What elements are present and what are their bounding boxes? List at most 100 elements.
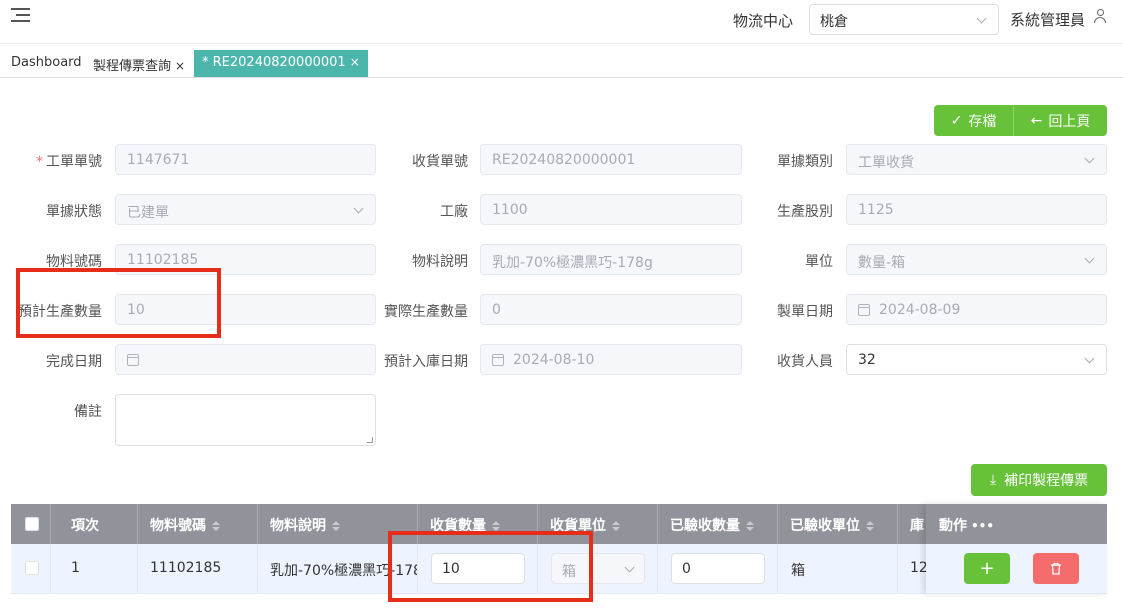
tab-receipt-detail[interactable]: * RE20240820000001 ×: [194, 50, 368, 77]
tab-label: Dashboard: [11, 55, 82, 70]
cell-seq: 1: [51, 544, 138, 594]
sort-icon[interactable]: [866, 521, 874, 531]
tab-label: * RE20240820000001: [202, 55, 346, 70]
field-value: 乳加-70%極濃黑巧-178g: [492, 255, 653, 271]
header-label: 已驗收單位: [790, 518, 860, 534]
work-order-no-field[interactable]: 1147671: [115, 144, 376, 175]
actual-qty-label: 實際生產數量: [384, 304, 468, 320]
chevron-down-icon: [1084, 153, 1095, 164]
calendar-icon: [492, 354, 504, 366]
field-value: 1100: [492, 202, 528, 218]
header-label: 物料說明: [270, 518, 326, 534]
remark-label: 備註: [74, 404, 102, 420]
header-label: 物料號碼: [150, 518, 206, 534]
chevron-down-icon: [1084, 353, 1095, 364]
receiver-select[interactable]: 32: [846, 344, 1107, 375]
complete-date-label: 完成日期: [46, 354, 102, 370]
doc-type-label: 單據類別: [777, 154, 833, 170]
reprint-label: 補印製程傳票: [1004, 473, 1089, 489]
user-icon[interactable]: [1094, 9, 1106, 23]
order-date-picker[interactable]: 2024-08-09: [846, 294, 1107, 325]
input-value: 0: [682, 561, 691, 577]
more-icon[interactable]: •••: [971, 519, 994, 533]
add-row-button[interactable]: +: [964, 553, 1010, 584]
header-seq: 項次: [51, 504, 138, 544]
warehouse-value: 桃倉: [820, 14, 848, 30]
production-unit-field[interactable]: 1125: [846, 194, 1107, 225]
receipt-no-field[interactable]: RE20240820000001: [480, 144, 742, 175]
save-label: 存檔: [968, 113, 997, 130]
header-label: 項次: [71, 518, 99, 534]
field-value: 1125: [858, 202, 894, 218]
chevron-down-icon: [1084, 253, 1095, 264]
logistics-center-label: 物流中心: [733, 12, 794, 30]
row-select-cell: [11, 544, 51, 594]
sort-icon[interactable]: [612, 521, 620, 531]
chevron-down-icon: [353, 203, 364, 214]
back-label: 回上頁: [1048, 113, 1091, 130]
plus-icon: +: [979, 558, 995, 579]
arrow-left-icon: ←: [1030, 112, 1043, 129]
resize-handle-icon[interactable]: [367, 437, 373, 443]
field-value: 32: [858, 352, 876, 368]
unit-select[interactable]: 數量-箱: [846, 244, 1107, 275]
reprint-ticket-button[interactable]: ⤓ 補印製程傳票: [971, 464, 1107, 496]
unit-label: 單位: [805, 254, 833, 270]
highlight-box-planned-qty: [16, 268, 221, 338]
tab-process-ticket-query[interactable]: 製程傳票查詢 ×: [93, 50, 185, 77]
action-column: 動作 ••• +: [926, 504, 1107, 594]
header-label: 已驗收數量: [670, 518, 740, 534]
row-actions: +: [926, 544, 1107, 594]
header-material-no[interactable]: 物料號碼: [138, 504, 258, 544]
save-button[interactable]: ✓ 存檔: [934, 105, 1013, 136]
sort-icon[interactable]: [492, 521, 500, 531]
factory-label: 工廠: [440, 204, 468, 220]
chevron-down-icon: [976, 13, 987, 24]
planned-in-date-picker[interactable]: 2024-08-10: [480, 344, 742, 375]
cell-inspected-qty: 0: [658, 544, 778, 594]
calendar-icon: [127, 354, 139, 366]
complete-date-picker[interactable]: [115, 344, 376, 375]
doc-status-label: 單據狀態: [46, 204, 102, 220]
doc-status-select[interactable]: 已建單: [115, 194, 376, 225]
required-mark: *: [36, 154, 43, 170]
cell-material-no: 11102185: [138, 544, 258, 594]
row-checkbox[interactable]: [25, 561, 39, 575]
header-inspected-qty[interactable]: 已驗收數量: [658, 504, 778, 544]
close-icon[interactable]: ×: [350, 55, 360, 69]
header-label: 動作: [939, 518, 967, 534]
select-all-checkbox[interactable]: [25, 517, 39, 531]
production-unit-label: 生產股別: [777, 204, 833, 220]
tab-bar: Dashboard 製程傳票查詢 × * RE20240820000001 ×: [0, 48, 1123, 78]
sort-icon[interactable]: [746, 521, 754, 531]
factory-field[interactable]: 1100: [480, 194, 742, 225]
back-button[interactable]: ← 回上頁: [1014, 105, 1107, 136]
remark-textarea[interactable]: [115, 394, 376, 446]
cell-inspected-unit: 箱: [778, 544, 898, 594]
warehouse-select[interactable]: 桃倉: [809, 4, 999, 35]
actual-qty-field[interactable]: 0: [480, 294, 742, 325]
receiver-label: 收貨人員: [777, 354, 833, 370]
header-inspected-unit[interactable]: 已驗收單位: [778, 504, 898, 544]
header-label: 庫: [910, 518, 924, 534]
doc-type-select[interactable]: 工單收貨: [846, 144, 1107, 175]
inspected-qty-input[interactable]: 0: [671, 553, 765, 584]
header-action: 動作 •••: [926, 504, 1107, 544]
field-value: 0: [492, 302, 501, 318]
sort-icon[interactable]: [332, 521, 340, 531]
field-value: 1147671: [127, 152, 190, 168]
tab-dashboard[interactable]: Dashboard: [11, 50, 82, 77]
field-value: 工單收貨: [858, 155, 914, 171]
top-bar: 物流中心 桃倉 系統管理員: [0, 0, 1123, 44]
close-icon[interactable]: ×: [175, 59, 185, 73]
menu-toggle-icon[interactable]: [11, 6, 31, 24]
delete-row-button[interactable]: [1033, 553, 1079, 584]
field-value: RE20240820000001: [492, 152, 636, 168]
trash-icon: [1051, 562, 1061, 575]
download-icon: ⤓: [989, 472, 997, 488]
user-name[interactable]: 系統管理員: [1010, 9, 1085, 30]
receipt-no-label: 收貨單號: [412, 154, 468, 170]
header-select-all: [11, 504, 51, 544]
material-desc-field[interactable]: 乳加-70%極濃黑巧-178g: [480, 244, 742, 275]
sort-icon[interactable]: [212, 521, 220, 531]
